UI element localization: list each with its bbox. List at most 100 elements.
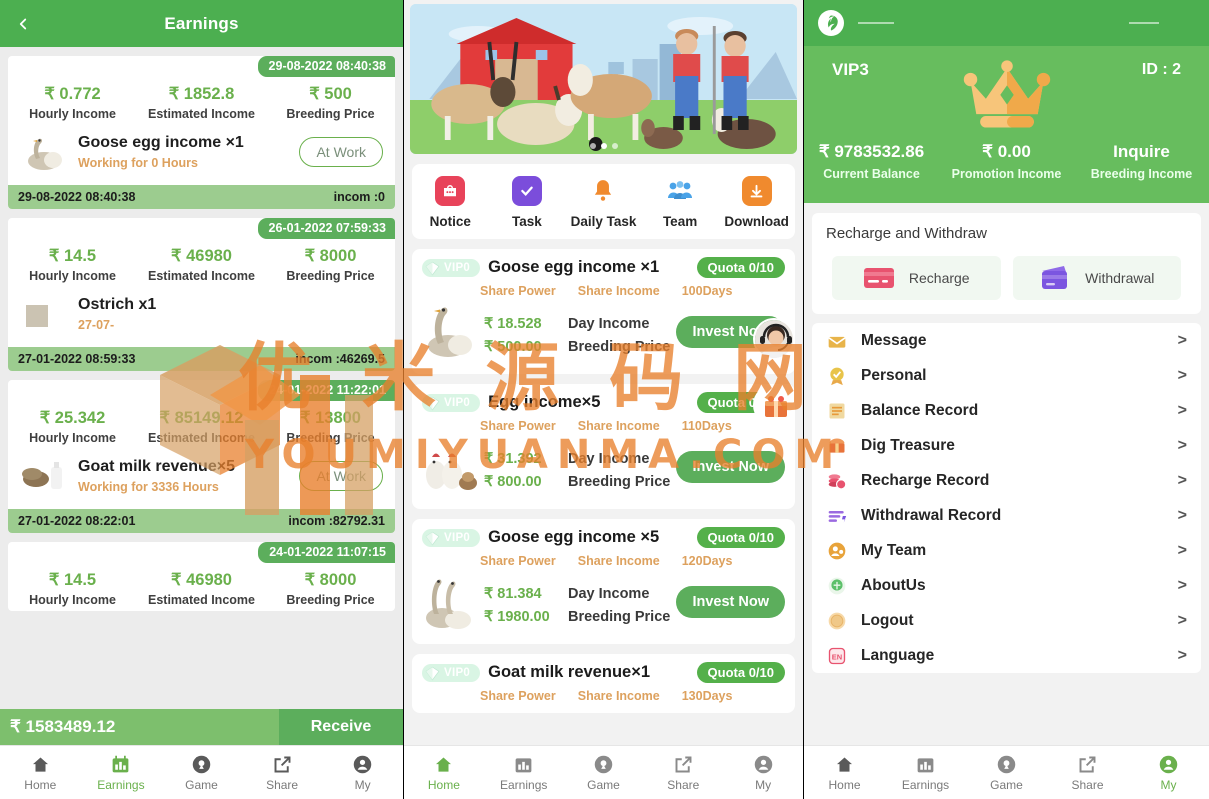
tab-game[interactable]: Game (564, 753, 644, 792)
tab-share[interactable]: Share (242, 753, 323, 792)
tab-share[interactable]: Share (643, 753, 723, 792)
product-card[interactable]: VIP0 Egg income×5 Quota 0/10 Share Power… (412, 384, 795, 509)
product-card[interactable]: VIP0 Goose egg income ×5 Quota 0/10 Shar… (412, 519, 795, 644)
invest-now-button[interactable]: Invest Now (676, 451, 785, 483)
tab-earnings[interactable]: Earnings (81, 753, 162, 792)
breeding-income-value[interactable]: Inquire (1074, 142, 1209, 162)
tab-label: Home (427, 778, 460, 792)
receive-button[interactable]: Receive (279, 709, 403, 745)
menu-item-recharge-record[interactable]: Recharge Record > (812, 463, 1201, 498)
download-icon (741, 176, 772, 206)
withdrawal-button[interactable]: Withdrawal (1012, 256, 1181, 300)
breeding-price-label: Breeding Price (568, 339, 671, 355)
earning-card[interactable]: 24-01-2022 11:07:15 ₹ 14.5 Hourly Income… (8, 542, 395, 611)
hourly-income-label: Hourly Income (29, 593, 116, 607)
menu-item-aboutus[interactable]: AboutUs > (812, 568, 1201, 603)
farm-banner[interactable] (410, 4, 797, 154)
estimated-income-label: Estimated Income (148, 269, 255, 283)
banner-dot[interactable] (589, 143, 596, 149)
tab-home[interactable]: Home (0, 753, 81, 792)
earnings-icon (110, 753, 131, 775)
card-product-row: Goat milk revenue×5 Working for 3336 Hou… (8, 449, 395, 509)
card-date-badge: 26-01-2022 07:59:33 (257, 218, 395, 239)
menu-item-personal[interactable]: Personal > (812, 358, 1201, 393)
earning-card[interactable]: 24-01-2022 11:22:01 ₹ 25.342 Hourly Inco… (8, 380, 395, 533)
share-power-label: Share Power (480, 284, 556, 298)
tab-home[interactable]: Home (804, 753, 885, 792)
chevron-right-icon: > (1177, 401, 1187, 419)
breeding-income-stat[interactable]: Inquire Breeding Income (1074, 142, 1209, 181)
earnings-list[interactable]: 29-08-2022 08:40:38 ₹ 0.772 Hourly Incom… (0, 47, 403, 799)
current-balance-label: Current Balance (823, 167, 920, 181)
tab-my[interactable]: My (723, 753, 803, 792)
promotion-income-value: ₹ 0.00 (982, 142, 1031, 161)
tab-my[interactable]: My (322, 753, 403, 792)
invest-now-button[interactable]: Invest Now (676, 586, 785, 618)
duration-days: 120Days (681, 554, 733, 568)
banner-dot[interactable] (611, 143, 618, 149)
recharge-button[interactable]: Recharge (832, 256, 1001, 300)
at-work-button[interactable]: At Work (299, 461, 383, 491)
page-title: Earnings (164, 13, 239, 33)
share-icon (673, 753, 694, 775)
product-card-head: VIP0 Goose egg income ×1 Quota 0/10 (422, 257, 785, 278)
quick-action-notice[interactable]: Notice (412, 176, 489, 229)
day-income-value: ₹ 31.392 (484, 451, 542, 467)
withdrawal-label: Withdrawal (1085, 270, 1155, 286)
tab-label: Game (587, 778, 620, 792)
bottom-tabbar[interactable]: Home Earnings Game Share My (804, 745, 1209, 799)
card-product-row: Ostrich x1 27-07- At Work (8, 287, 395, 347)
tab-earnings[interactable]: Earnings (885, 753, 966, 792)
earnings-icon (915, 753, 936, 775)
earning-card[interactable]: 26-01-2022 07:59:33 ₹ 14.5 Hourly Income… (8, 218, 395, 371)
breeding-price-label: Breeding Price (286, 269, 375, 283)
bottom-tabbar[interactable]: Home Earnings Game Share My (0, 745, 403, 799)
quick-action-team[interactable]: Team (642, 176, 719, 229)
tab-home[interactable]: Home (404, 753, 484, 792)
hourly-income-stat: ₹ 0.772 Hourly Income (8, 84, 137, 121)
product-card[interactable]: VIP0 Goose egg income ×1 Quota 0/10 Shar… (412, 249, 795, 374)
home-screen: Notice Task Daily Task Team Download VIP… (404, 0, 804, 799)
bottom-tabbar[interactable]: Home Earnings Game Share My (404, 745, 803, 799)
goose-thumb (422, 300, 480, 364)
goose-thumb (20, 131, 70, 173)
banner-dots[interactable] (410, 143, 797, 149)
day-income-line: ₹ 18.528 Day Income (484, 316, 676, 332)
chicken-thumb (422, 435, 480, 499)
tab-earnings[interactable]: Earnings (484, 753, 564, 792)
vip-level: VIP0 (444, 531, 471, 544)
menu-item-balance-record[interactable]: Balance Record > (812, 393, 1201, 428)
gem-icon (425, 396, 440, 410)
breeding-price-stat: ₹ 500 Breeding Price (266, 84, 395, 121)
product-card[interactable]: VIP0 Goat milk revenue×1 Quota 0/10 Shar… (412, 654, 795, 713)
menu-item-my-team[interactable]: My Team > (812, 533, 1201, 568)
earnings-icon (513, 753, 534, 775)
menu-item-language[interactable]: EN Language > (812, 638, 1201, 673)
chevron-right-icon: > (1177, 611, 1187, 629)
menu-item-message[interactable]: Message > (812, 323, 1201, 358)
quick-action-task[interactable]: Task (489, 176, 566, 229)
quick-action-download[interactable]: Download (718, 176, 795, 229)
quick-action-daily-task[interactable]: Daily Task (565, 176, 642, 229)
tab-share[interactable]: Share (1047, 753, 1128, 792)
tab-my[interactable]: My (1128, 753, 1209, 792)
customer-service-avatar[interactable] (753, 318, 795, 360)
menu-item-dig-treasure[interactable]: Dig Treasure > (812, 428, 1201, 463)
gem-icon (425, 666, 440, 680)
product-meta: Share Power Share Income 120Days (422, 548, 785, 568)
tab-label: Game (185, 778, 218, 792)
earning-card[interactable]: 29-08-2022 08:40:38 ₹ 0.772 Hourly Incom… (8, 56, 395, 209)
card-footer: 29-08-2022 08:40:38 incom :0 (8, 185, 395, 209)
tab-game[interactable]: Game (161, 753, 242, 792)
my-profile-screen: VIP3 ID : 2 ₹ 9783532.86 Current Balance… (804, 0, 1209, 799)
banner-dot-active[interactable] (600, 143, 607, 149)
menu-item-withdrawal-record[interactable]: Withdrawal Record > (812, 498, 1201, 533)
share-power-label: Share Power (480, 554, 556, 568)
tab-game[interactable]: Game (966, 753, 1047, 792)
menu-item-logout[interactable]: Logout > (812, 603, 1201, 638)
tab-label: Share (667, 778, 700, 792)
day-income-label: Day Income (568, 451, 650, 467)
gift-float-button[interactable] (753, 384, 795, 426)
profile-menu: Message > Personal > Balance Record > Di… (812, 323, 1201, 673)
at-work-button[interactable]: At Work (299, 137, 383, 167)
